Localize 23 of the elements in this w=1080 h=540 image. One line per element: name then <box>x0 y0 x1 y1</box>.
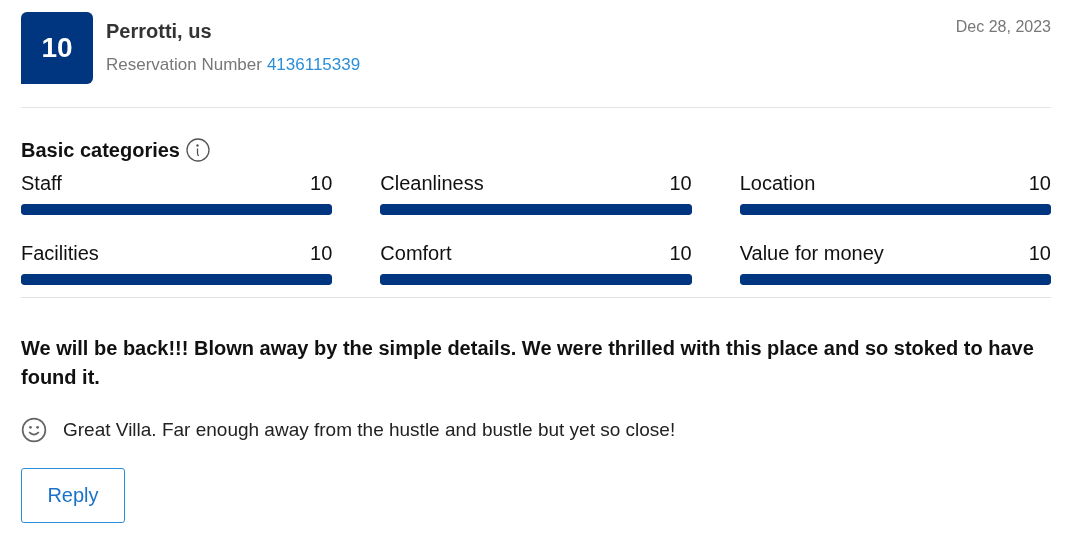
category-label: Location <box>739 172 816 195</box>
category-score: 10 <box>310 242 333 265</box>
reservation-label: Reservation Number <box>106 55 262 75</box>
section-title: Basic categories <box>21 138 180 162</box>
category-score: 10 <box>310 172 333 195</box>
review-headline: We will be back!!! Blown away by the simple details. We were thrilled with this place and so stoked to have found it. <box>21 336 1035 390</box>
score-badge: 10 <box>21 12 93 84</box>
category-score: 10 <box>669 172 692 195</box>
category-label: Staff <box>21 172 62 195</box>
info-icon[interactable] <box>186 138 210 162</box>
category-score: 10 <box>669 242 692 265</box>
category-score: 10 <box>1028 172 1051 195</box>
smiley-icon <box>21 417 47 443</box>
reply-button[interactable]: Reply <box>21 468 125 523</box>
positive-comment: Great Villa. Far enough away from the hustle and bustle but yet so close! <box>63 419 676 441</box>
category-score: 10 <box>1028 242 1051 265</box>
review-date: Dec 28, 2023 <box>955 18 1051 36</box>
category-label: Comfort <box>380 242 452 265</box>
category-label: Facilities <box>21 242 99 265</box>
reservation-number-link[interactable]: 4136115339 <box>266 55 361 75</box>
reviewer-name: Perrotti, us <box>106 20 213 43</box>
category-label: Cleanliness <box>380 172 484 195</box>
category-label: Value for money <box>739 242 884 265</box>
